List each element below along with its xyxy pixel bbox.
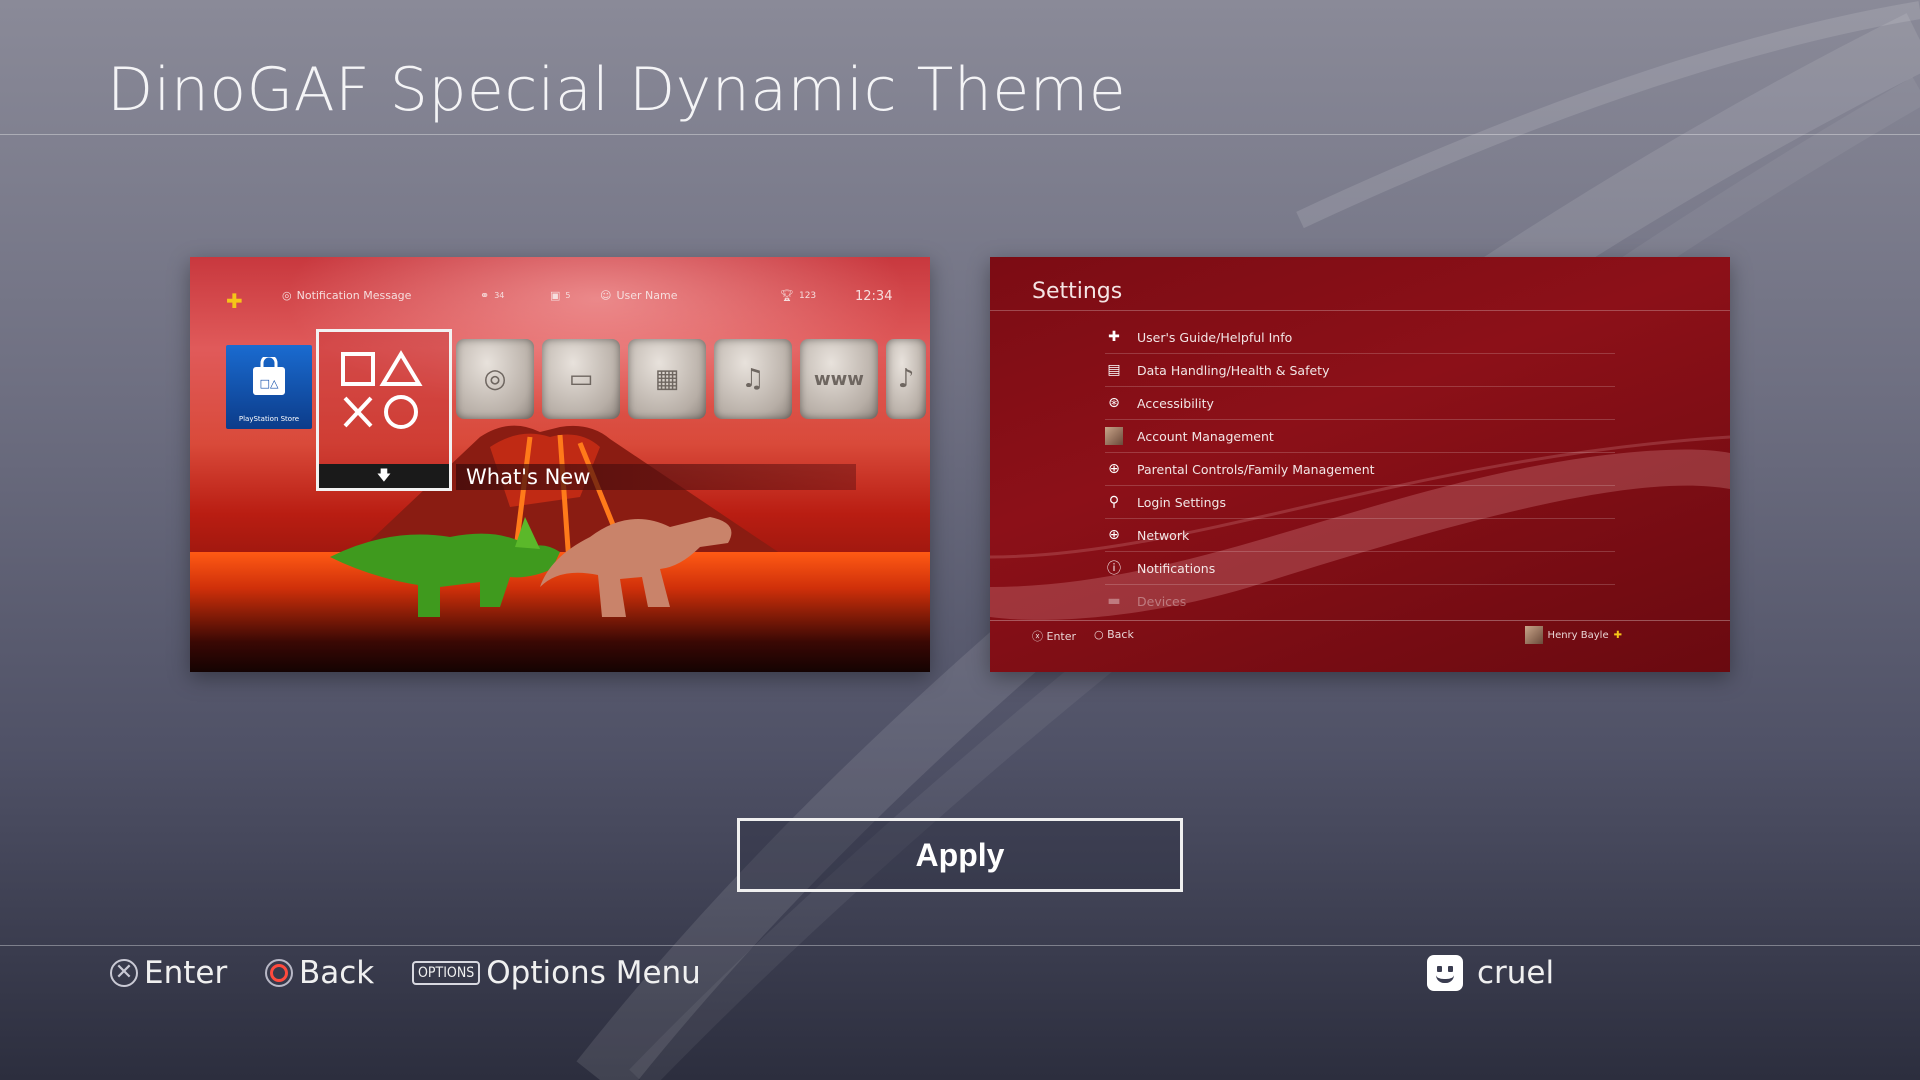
avatar <box>1524 626 1543 644</box>
messages-status: ▣ 5 <box>550 289 571 302</box>
playstation-store-tile[interactable]: □△ PlayStation Store <box>226 345 312 429</box>
devices-icon: ▬ <box>1107 593 1121 609</box>
settings-item-label: Data Handling/Health & Safety <box>1137 362 1330 378</box>
settings-footer-divider <box>990 620 1730 621</box>
friends-status: ⚭ 34 <box>480 289 504 302</box>
enter-hint[interactable]: ✕ Enter <box>110 950 227 996</box>
library-icon: ♫ <box>741 364 765 394</box>
store-bag-icon: □△ <box>253 354 285 395</box>
settings-user-badge: Henry Bayle ✚ <box>1524 626 1622 644</box>
settings-item-account-management[interactable]: Account Management <box>1105 420 1615 453</box>
settings-footer-hints: ⓧ Enter ○ Back <box>1032 628 1134 644</box>
friends-icon: ⚭ <box>480 289 490 302</box>
disc-tile[interactable]: ◎ <box>456 339 534 419</box>
messages-count: 5 <box>565 291 571 300</box>
user-name: User Name <box>616 289 678 302</box>
back-hint[interactable]: Back <box>265 950 374 996</box>
internet-browser-tile[interactable]: www <box>800 339 878 419</box>
back-label: Back <box>299 955 375 991</box>
user-status: ☺ User Name <box>600 289 678 302</box>
settings-item-users-guide[interactable]: ✚ User's Guide/Helpful Info <box>1105 321 1615 354</box>
trophy-count: 123 <box>798 290 817 301</box>
settings-user-name: Henry Bayle <box>1547 629 1609 641</box>
settings-item-label: Account Management <box>1137 428 1274 444</box>
current-user: cruel <box>1427 950 1554 996</box>
globe-icon: ⊕ <box>1108 527 1120 543</box>
settings-item-label: Devices <box>1137 593 1187 609</box>
options-label: Options Menu <box>486 955 701 991</box>
library-tile[interactable]: ♫ <box>714 339 792 419</box>
settings-enter-hint: ⓧ Enter <box>1032 630 1077 643</box>
settings-item-devices[interactable]: ▬ Devices <box>1105 585 1615 617</box>
settings-screen-preview: Settings ✚ User's Guide/Helpful Info ▤ D… <box>990 257 1730 672</box>
music-icon: ♪ <box>897 364 915 394</box>
trophy-icon: 🏆︎ <box>780 289 794 302</box>
apps-tile[interactable]: ▦ <box>628 339 706 419</box>
controller-hint-bar: ✕ Enter Back OPTIONS Options Menu cruel <box>0 950 1920 996</box>
settings-title: Settings <box>1032 279 1123 304</box>
settings-item-network[interactable]: ⊕ Network <box>1105 519 1615 552</box>
apply-button[interactable]: Apply <box>737 818 1183 892</box>
notification-text: Notification Message <box>296 289 412 302</box>
ps-plus-icon: ✚ <box>1613 629 1622 641</box>
apps-grid-icon: ▦ <box>654 364 680 394</box>
dinosaur-illustration <box>330 517 732 617</box>
friends-count: 34 <box>494 291 505 300</box>
ps-plus-icon: ✚ <box>226 289 243 313</box>
options-hint[interactable]: OPTIONS Options Menu <box>412 950 701 996</box>
health-icon: ▤ <box>1107 362 1121 378</box>
parental-icon: ⊕ <box>1108 461 1120 477</box>
settings-item-label: Notifications <box>1137 560 1216 576</box>
clock: 12:34 <box>855 289 893 304</box>
settings-title-divider <box>990 310 1730 311</box>
circle-button-icon <box>265 959 293 987</box>
settings-item-label: Login Settings <box>1137 494 1226 510</box>
notification-status: ◎ Notification Message <box>282 289 411 302</box>
account-icon <box>1105 427 1123 445</box>
whats-new-caption: What's New <box>456 464 856 490</box>
login-icon: ⚲ <box>1108 494 1120 510</box>
settings-enter-label: Enter <box>1046 630 1077 643</box>
settings-item-label: User's Guide/Helpful Info <box>1137 329 1293 345</box>
tv-icon: ▭ <box>568 364 594 394</box>
settings-back-hint: ○ Back <box>1094 628 1134 641</box>
enter-label: Enter <box>144 955 228 991</box>
down-arrow-icon: 🡇 <box>319 464 449 488</box>
user-avatar-icon <box>1427 955 1463 991</box>
notification-icon: ◎ <box>282 289 292 302</box>
settings-list: ✚ User's Guide/Helpful Info ▤ Data Handl… <box>1105 321 1615 617</box>
info-icon: ⓘ <box>1107 561 1121 577</box>
settings-item-label: Network <box>1137 527 1190 543</box>
messages-icon: ▣ <box>550 289 561 302</box>
settings-item-parental-controls[interactable]: ⊕ Parental Controls/Family Management <box>1105 453 1615 486</box>
svg-text:□△: □△ <box>260 377 279 390</box>
settings-item-label: Accessibility <box>1137 395 1214 411</box>
options-button-icon: OPTIONS <box>412 961 481 985</box>
page-title: DinoGAF Special Dynamic Theme <box>107 55 1127 125</box>
guide-icon: ✚ <box>1108 329 1120 345</box>
home-screen-preview: ✚ ◎ Notification Message ⚭ 34 ▣ 5 ☺ User… <box>190 257 930 672</box>
footer-divider <box>0 945 1920 946</box>
settings-item-data-handling[interactable]: ▤ Data Handling/Health & Safety <box>1105 354 1615 387</box>
settings-item-login-settings[interactable]: ⚲ Login Settings <box>1105 486 1615 519</box>
music-tile[interactable]: ♪ <box>886 339 926 419</box>
settings-back-label: Back <box>1107 628 1134 641</box>
user-name: cruel <box>1477 955 1555 991</box>
store-label: PlayStation Store <box>238 415 300 423</box>
title-divider <box>0 134 1920 135</box>
accessibility-icon: ⊛ <box>1108 395 1120 411</box>
www-icon: www <box>814 368 864 390</box>
whats-new-tile-selected[interactable]: 🡇 <box>316 329 452 491</box>
disc-icon: ◎ <box>483 364 507 394</box>
tv-video-tile[interactable]: ▭ <box>542 339 620 419</box>
cross-button-icon: ✕ <box>110 959 138 987</box>
trophy-status: 🏆︎ 123 <box>780 289 816 302</box>
settings-item-notifications[interactable]: ⓘ Notifications <box>1105 552 1615 585</box>
settings-item-accessibility[interactable]: ⊛ Accessibility <box>1105 387 1615 420</box>
user-face-icon: ☺ <box>600 289 612 302</box>
home-status-bar: ✚ ◎ Notification Message ⚭ 34 ▣ 5 ☺ User… <box>190 281 930 313</box>
playstation-shapes-icon <box>341 350 423 429</box>
settings-item-label: Parental Controls/Family Management <box>1137 461 1375 477</box>
